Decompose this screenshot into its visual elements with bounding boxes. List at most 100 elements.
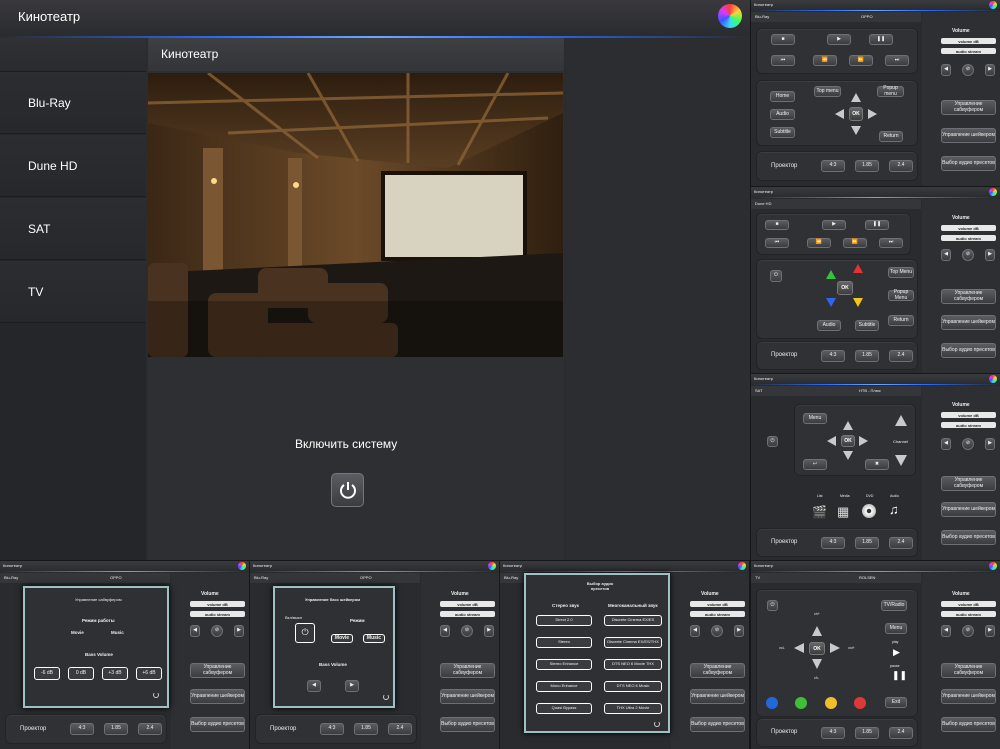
- exit-button[interactable]: Exit: [885, 697, 907, 708]
- right-arrow-icon[interactable]: [868, 109, 877, 119]
- volume-up-button[interactable]: ▶: [985, 625, 995, 637]
- ratio-4-3-button[interactable]: 4:3: [821, 537, 845, 549]
- subtitle-button[interactable]: Subtitle: [855, 320, 879, 331]
- volume-up-button[interactable]: ▶: [234, 625, 244, 637]
- color-wheel-icon[interactable]: [238, 562, 246, 570]
- ratio-4-3-button[interactable]: 4:3: [320, 723, 344, 735]
- pause-button[interactable]: ❚❚: [865, 220, 889, 230]
- green-button[interactable]: [795, 697, 807, 709]
- pause-icon[interactable]: ❚❚: [892, 670, 907, 681]
- mode-movie-button[interactable]: Movie: [331, 634, 353, 643]
- clapper-icon[interactable]: 🎬: [812, 505, 827, 519]
- down-arrow-icon[interactable]: [843, 451, 853, 460]
- up-arrow-icon[interactable]: [812, 626, 822, 636]
- tv-radio-button[interactable]: TV/Radio: [881, 600, 907, 611]
- volume-down-button[interactable]: ◀: [440, 625, 450, 637]
- yellow-button[interactable]: [825, 697, 837, 709]
- ratio-4-3-button[interactable]: 4:3: [821, 350, 845, 362]
- audio-button[interactable]: Audio: [770, 109, 795, 120]
- audio-presets-button[interactable]: Выбор аудио пресетов: [941, 717, 996, 732]
- down-arrow-icon[interactable]: [851, 126, 861, 135]
- rewind-button[interactable]: ⏪: [807, 238, 831, 248]
- volume-down-button[interactable]: ◀: [690, 625, 700, 637]
- ratio-185-button[interactable]: 1.85: [855, 727, 879, 739]
- preset-stereo-enhance[interactable]: Stereo Enhance: [536, 659, 592, 670]
- bass-plus3-button[interactable]: +3 dB: [102, 667, 128, 680]
- shaker-control-button[interactable]: Управление шейкером: [440, 689, 495, 704]
- mute-icon[interactable]: ⊘: [962, 438, 974, 450]
- blue-button[interactable]: [766, 697, 778, 709]
- pause-button[interactable]: ❚❚: [869, 34, 893, 45]
- sub-control-button[interactable]: Управление сабвуфером: [941, 663, 996, 678]
- sub-control-button[interactable]: Управление сабвуфером: [190, 663, 245, 678]
- color-wheel-icon[interactable]: [989, 1, 997, 9]
- preset-thx-ultra[interactable]: THX Ultra 2 Movie: [604, 703, 662, 714]
- bass-minus6-button[interactable]: -6 dB: [34, 667, 60, 680]
- ratio-4-3-button[interactable]: 4:3: [70, 723, 94, 735]
- ok-button[interactable]: OK: [809, 642, 825, 655]
- mode-music-button[interactable]: Music: [363, 634, 385, 643]
- volume-down-button[interactable]: ◀: [941, 625, 951, 637]
- ratio-24-button[interactable]: 2.4: [889, 160, 913, 172]
- audio-button[interactable]: Audio: [817, 320, 841, 331]
- power-icon[interactable]: ⏻: [770, 270, 782, 282]
- preset-neo6-movie[interactable]: DTS NEO 6 Movie THX: [604, 659, 662, 670]
- audio-presets-button[interactable]: Выбор аудио пресетов: [190, 717, 245, 732]
- mode-movie[interactable]: Movie: [71, 630, 84, 635]
- power-toggle-icon[interactable]: ⏻: [295, 623, 315, 643]
- sub-control-button[interactable]: Управление сабвуфером: [690, 663, 745, 678]
- rewind-button[interactable]: ⏪: [813, 55, 837, 66]
- volume-down-button[interactable]: ◀: [941, 249, 951, 261]
- shaker-control-button[interactable]: Управление шейкером: [690, 689, 745, 704]
- mute-icon[interactable]: ⊘: [962, 64, 974, 76]
- prev-button[interactable]: ⏮: [771, 55, 795, 66]
- color-wheel-icon[interactable]: [989, 188, 997, 196]
- sidebar-item-bluray[interactable]: Blu-Ray: [0, 72, 146, 134]
- preset-neo6-music[interactable]: DTS NEO 6 Music: [604, 681, 662, 692]
- sub-control-button[interactable]: Управление сабвуфером: [941, 289, 996, 304]
- audio-presets-button[interactable]: Выбор аудио пресетов: [440, 717, 495, 732]
- preset-stereo[interactable]: Stereo: [536, 637, 592, 648]
- next-button[interactable]: ⏭: [885, 55, 909, 66]
- audio-presets-button[interactable]: Выбор аудио пресетов: [941, 530, 996, 545]
- mode-music[interactable]: Music: [111, 630, 124, 635]
- mute-icon[interactable]: ⊘: [962, 249, 974, 261]
- ratio-185-button[interactable]: 1.85: [855, 160, 879, 172]
- ratio-24-button[interactable]: 2.4: [889, 350, 913, 362]
- preset-mono-enhance[interactable]: Mono Enhance: [536, 681, 592, 692]
- red-arrow-icon[interactable]: [853, 264, 863, 273]
- yellow-arrow-icon[interactable]: [853, 298, 863, 307]
- left-arrow-icon[interactable]: [827, 436, 836, 446]
- play-button[interactable]: ▶: [822, 220, 846, 230]
- play-button[interactable]: ▶: [827, 34, 851, 45]
- ratio-4-3-button[interactable]: 4:3: [821, 727, 845, 739]
- down-arrow-icon[interactable]: [812, 659, 822, 669]
- bass-plus6-button[interactable]: +6 dB: [136, 667, 162, 680]
- preset-cinema-exes[interactable]: Discrete Cinema EX/ES: [604, 615, 662, 626]
- green-arrow-icon[interactable]: [826, 270, 836, 279]
- volume-down-button[interactable]: ◀: [941, 64, 951, 76]
- prev-button[interactable]: ⏮: [765, 238, 789, 248]
- forward-button[interactable]: ⏩: [849, 55, 873, 66]
- sub-control-button[interactable]: Управление сабвуфером: [440, 663, 495, 678]
- left-arrow-icon[interactable]: [835, 109, 844, 119]
- mute-icon[interactable]: ⊘: [211, 625, 223, 637]
- ratio-185-button[interactable]: 1.85: [855, 537, 879, 549]
- channel-down-icon[interactable]: [895, 455, 907, 466]
- sidebar-item-dune[interactable]: Dune HD: [0, 135, 146, 197]
- volume-up-button[interactable]: ▶: [985, 438, 995, 450]
- ok-button[interactable]: OK: [849, 107, 863, 121]
- right-arrow-icon[interactable]: [859, 436, 868, 446]
- top-menu-button[interactable]: Top menu: [814, 86, 841, 97]
- ratio-185-button[interactable]: 1.85: [354, 723, 378, 735]
- color-wheel-icon[interactable]: [738, 562, 746, 570]
- popup-menu-button[interactable]: Popup Menu: [888, 290, 914, 301]
- next-button[interactable]: ⏭: [879, 238, 903, 248]
- audio-presets-button[interactable]: Выбор аудио пресетов: [941, 156, 996, 171]
- volume-up-button[interactable]: ▶: [985, 64, 995, 76]
- menu-button[interactable]: Menu: [885, 623, 907, 634]
- sidebar-item-tv[interactable]: TV: [0, 261, 146, 323]
- channel-up-icon[interactable]: [895, 415, 907, 426]
- top-menu-button[interactable]: Top Menu: [888, 267, 914, 278]
- ratio-24-button[interactable]: 2.4: [889, 727, 913, 739]
